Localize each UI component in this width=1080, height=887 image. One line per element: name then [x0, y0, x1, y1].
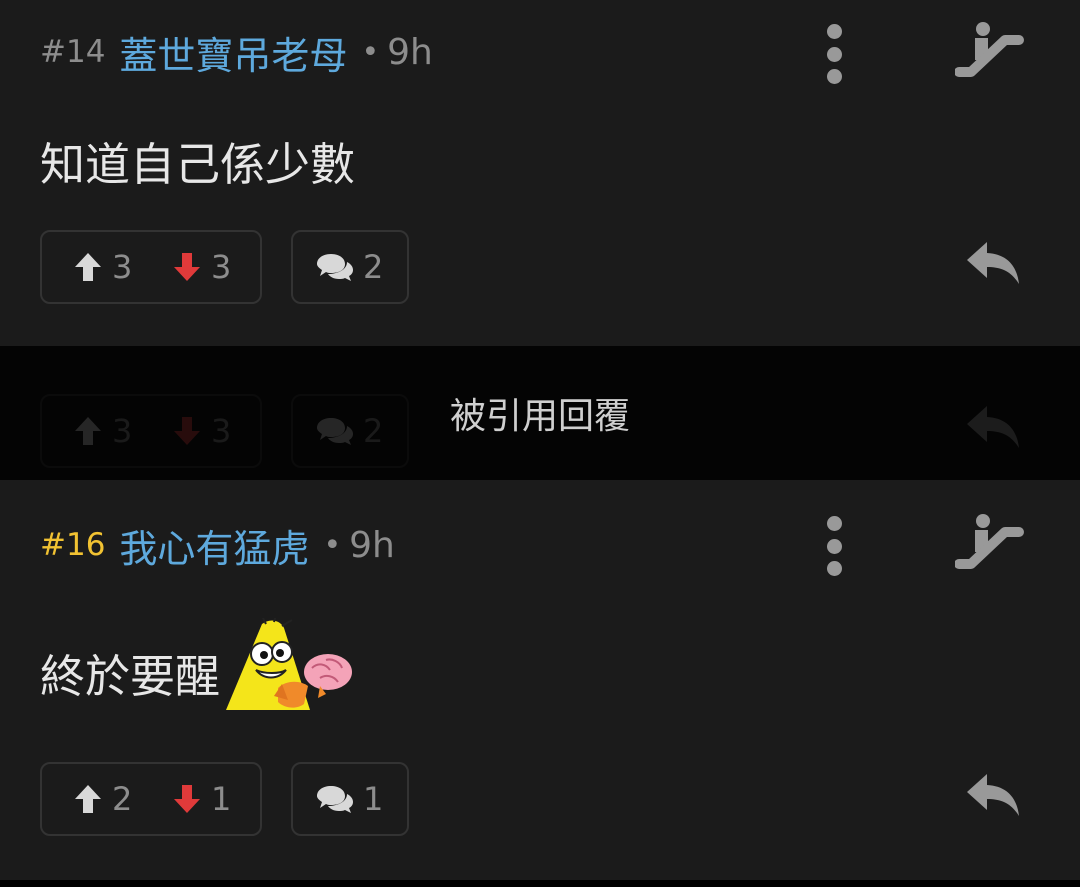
- post-time: 9h: [387, 31, 433, 73]
- username-link[interactable]: 我心有猛虎: [119, 518, 309, 573]
- post-14: #14 蓋世寶吊老母 • 9h 知道自己係少數 3 3 2: [0, 0, 1080, 346]
- quoted-replies-bar[interactable]: 3 3 2 被引用回覆: [0, 346, 1080, 480]
- arrow-down-icon: [174, 253, 200, 281]
- post-content: 知道自己係少數: [40, 128, 355, 193]
- vote-box: 3 3: [40, 230, 262, 304]
- vote-box: 2 1: [40, 762, 262, 836]
- post-header: #14 蓋世寶吊老母 • 9h: [40, 22, 433, 82]
- downvote-button[interactable]: 3: [173, 232, 231, 302]
- quoted-replies-label: 被引用回覆: [449, 396, 630, 437]
- upvote-count: 3: [112, 248, 133, 286]
- separator-dot: •: [323, 527, 342, 563]
- post-text: 知道自己係少數: [40, 138, 356, 191]
- downvote-count: 1: [211, 780, 232, 818]
- arrow-down-icon: [174, 785, 200, 813]
- post-content: 終於要醒: [40, 618, 357, 710]
- comment-row: 1: [317, 764, 383, 834]
- comment-count: 2: [363, 248, 384, 286]
- more-vertical-icon[interactable]: [820, 516, 848, 576]
- comment-row: 2: [317, 232, 383, 302]
- escalator-icon[interactable]: [955, 512, 1025, 574]
- username-link[interactable]: 蓋世寶吊老母: [119, 25, 347, 80]
- comment-bubbles-icon: [317, 254, 353, 281]
- post-number: #14: [40, 34, 106, 70]
- comment-button[interactable]: 1: [291, 762, 409, 836]
- upvote-count: 2: [112, 780, 133, 818]
- upvote-button[interactable]: 2: [74, 764, 132, 834]
- separator-dot: •: [361, 34, 380, 70]
- post-time: 9h: [349, 524, 395, 566]
- post-number: #16: [40, 527, 106, 563]
- post-16: #16 我心有猛虎 • 9h 終於要醒 2 1 1: [0, 480, 1080, 880]
- comment-button[interactable]: 2: [291, 230, 409, 304]
- more-vertical-icon[interactable]: [820, 24, 848, 84]
- comment-bubbles-icon: [317, 786, 353, 813]
- arrow-up-icon: [75, 253, 101, 281]
- arrow-up-icon: [75, 785, 101, 813]
- comment-count: 1: [363, 780, 384, 818]
- post-text: 終於要醒: [40, 650, 221, 703]
- downvote-count: 3: [211, 248, 232, 286]
- upvote-button[interactable]: 3: [74, 232, 132, 302]
- bottom-divider: [0, 880, 1080, 887]
- reply-icon[interactable]: [965, 240, 1021, 286]
- post-header: #16 我心有猛虎 • 9h: [40, 515, 395, 575]
- escalator-icon[interactable]: [955, 20, 1025, 82]
- sticker-emoji: [226, 618, 353, 710]
- downvote-button[interactable]: 1: [173, 764, 231, 834]
- reply-icon[interactable]: [965, 772, 1021, 818]
